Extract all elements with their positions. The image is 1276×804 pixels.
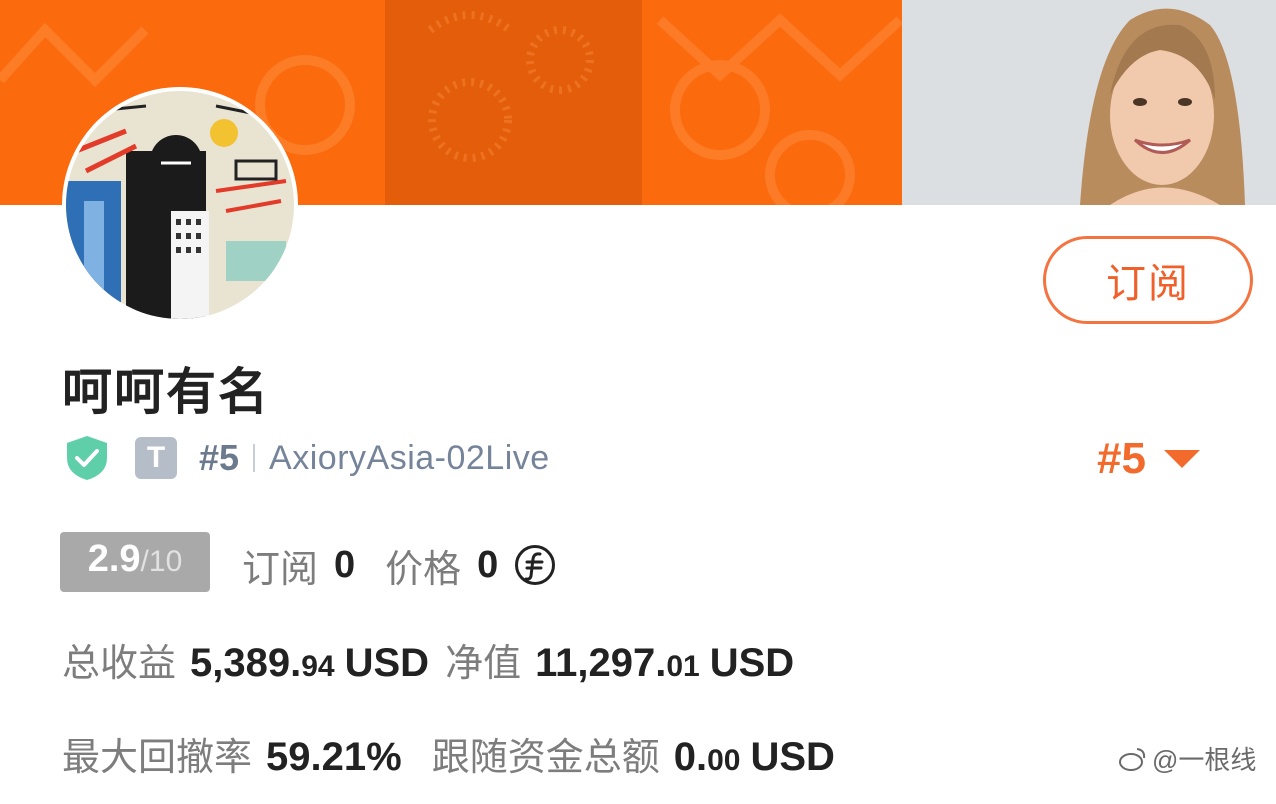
cover-portrait	[1040, 0, 1276, 205]
stat-row: 订阅 0 价格 0	[242, 536, 556, 594]
avatar[interactable]	[62, 87, 298, 323]
equity-label: 净值	[445, 643, 522, 685]
shield-check-icon	[67, 436, 107, 480]
subscribe-count: 0	[334, 543, 356, 586]
subscribe-button[interactable]: 订阅	[1043, 236, 1253, 324]
total-profit-unit: USD	[344, 641, 430, 685]
finance-row-profit: 总收益 5,389. 94 USD 净值 11,297. 01 USD	[62, 632, 794, 692]
score-max: /10	[140, 545, 183, 578]
equity-decimals: 01	[666, 650, 700, 683]
max-drawdown-value: 59.21%	[266, 735, 402, 779]
price-value: 0	[477, 543, 499, 586]
caret-down-icon	[1163, 450, 1200, 468]
equity-value: 11,297.	[535, 641, 667, 685]
total-profit-label: 总收益	[62, 643, 177, 685]
follow-funds-unit: USD	[750, 735, 835, 779]
follow-funds-decimals: 00	[707, 744, 741, 777]
username: 呵呵有名	[62, 364, 270, 420]
weibo-icon	[1119, 747, 1146, 771]
rank-select-value: #5	[1097, 434, 1146, 483]
equity-unit: USD	[709, 641, 795, 685]
price-label: 价格	[385, 548, 462, 591]
trader-badge: T	[135, 437, 177, 479]
total-profit-value: 5,389.	[190, 641, 302, 685]
divider	[253, 444, 256, 472]
follow-funds-value: 0.	[673, 735, 708, 779]
watermark-text: @一根线	[1152, 745, 1257, 775]
rank-select[interactable]: #5	[1097, 432, 1200, 486]
max-drawdown-label: 最大回撤率	[62, 737, 253, 779]
coin-f-icon	[515, 545, 556, 585]
score-value: 2.9	[87, 538, 141, 580]
total-profit-decimals: 94	[301, 650, 335, 683]
rank-tag: #5	[199, 437, 240, 478]
badge-row: T #5 AxioryAsia-02Live	[64, 432, 550, 484]
score-badge: 2.9 /10	[60, 532, 210, 592]
watermark: @一根线	[1118, 740, 1256, 777]
account-name: AxioryAsia-02Live	[269, 438, 550, 477]
follow-funds-label: 跟随资金总额	[431, 737, 660, 779]
finance-row-drawdown: 最大回撤率 59.21% 跟随资金总额 0. 00 USD	[62, 726, 835, 786]
subscribe-count-label: 订阅	[242, 548, 319, 591]
